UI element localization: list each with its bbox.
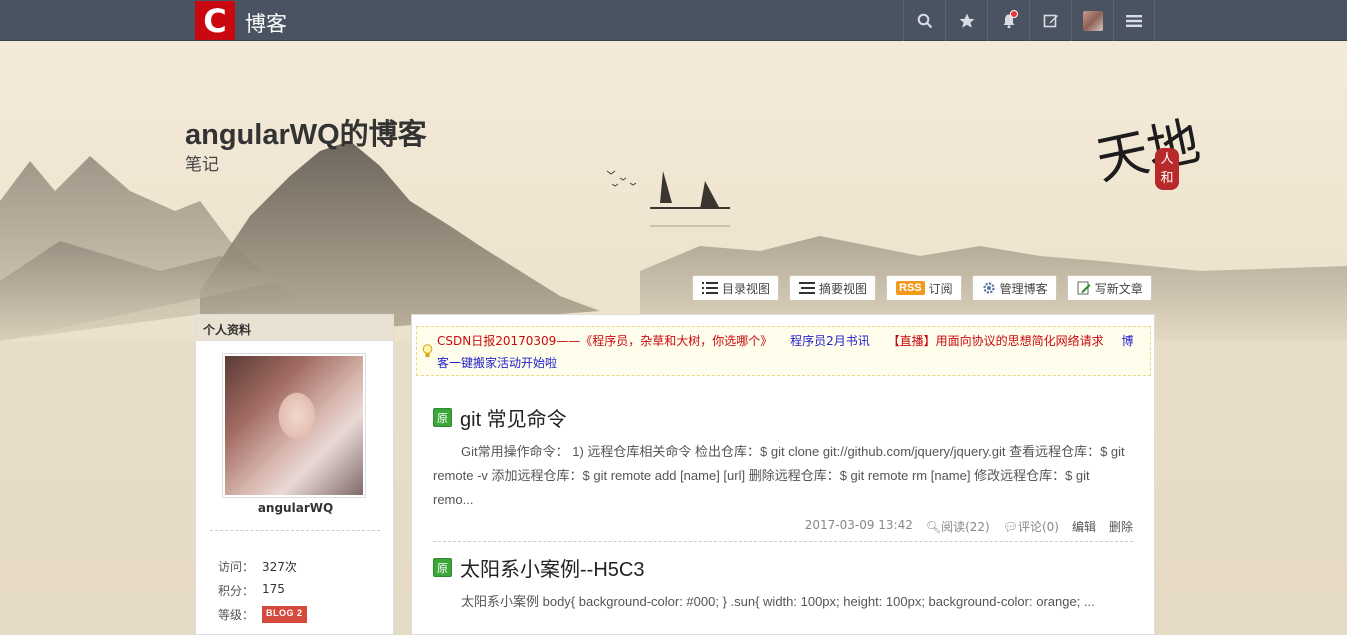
write-icon: [1077, 281, 1091, 295]
subscribe-label: 订阅: [928, 281, 953, 296]
notification-dot: [1010, 10, 1018, 18]
comment-count-label: 评论(0): [1017, 520, 1059, 534]
profile-username[interactable]: angularWQ: [196, 501, 395, 515]
star-icon[interactable]: [945, 0, 987, 41]
top-nav-bar: C 博客: [0, 0, 1347, 41]
original-badge: 原: [433, 558, 452, 577]
summary-list-icon: [799, 282, 816, 294]
blog-title[interactable]: angularWQ的博客: [185, 111, 427, 153]
avatar[interactable]: [1071, 0, 1113, 41]
list-icon: [702, 282, 718, 294]
article-item: 原 太阳系小案例--H5C3 太阳系小案例 body{ background-c…: [433, 553, 1133, 614]
edit-icon[interactable]: [1029, 0, 1071, 41]
manage-blog-label: 管理博客: [999, 281, 1048, 296]
article-title-row: 原 git 常见命令: [433, 403, 1133, 432]
stat-label: 等级：: [218, 608, 255, 622]
article-summary: 太阳系小案例 body{ background-color: #000; } .…: [461, 594, 1095, 609]
write-article-button[interactable]: 写新文章: [1066, 275, 1152, 301]
stat-label: 访问：: [218, 560, 255, 574]
article-title[interactable]: 太阳系小案例--H5C3: [460, 553, 644, 582]
notice-banner: CSDN日报20170309——《程序员，杂草和大树，你选哪个》 程序员2月书讯…: [416, 326, 1151, 376]
edit-link[interactable]: 编辑: [1072, 518, 1096, 535]
seal-stamp: 人和: [1155, 148, 1179, 190]
brand-label[interactable]: 博客: [245, 8, 287, 38]
stat-value: 175: [262, 582, 285, 596]
profile-heading: 个人资料: [196, 315, 393, 341]
delete-link[interactable]: 删除: [1109, 518, 1133, 535]
article-date: 2017-03-09 13:42: [804, 518, 913, 532]
profile-photo: [225, 356, 363, 495]
notice-link[interactable]: 程序员2月书讯: [790, 334, 870, 348]
article-item: 原 git 常见命令 Git常用操作命令： 1) 远程仓库相关命令 检出仓库：$…: [433, 403, 1133, 542]
gear-icon: [983, 282, 995, 294]
rss-subscribe-button[interactable]: RSS 订阅: [886, 275, 962, 301]
comment-count[interactable]: 💬︎评论(0): [1003, 518, 1059, 535]
article-summary: Git常用操作命令： 1) 远程仓库相关命令 检出仓库：$ git clone …: [433, 444, 1125, 507]
stat-points: 积分： 175: [218, 582, 285, 599]
write-article-label: 写新文章: [1094, 281, 1143, 296]
article-meta: 2017-03-09 13:42 🔍︎阅读(22) 💬︎评论(0) 编辑 删除: [433, 518, 1133, 542]
summary-view-label: 摘要视图: [819, 281, 868, 296]
magnifier-icon: 🔍︎: [925, 520, 942, 534]
level-badge: BLOG 2: [262, 606, 307, 623]
read-count[interactable]: 🔍︎阅读(22): [926, 518, 990, 535]
directory-view-button[interactable]: 目录视图: [692, 275, 780, 301]
article-title[interactable]: git 常见命令: [460, 403, 567, 432]
search-icon[interactable]: [903, 0, 945, 41]
profile-avatar[interactable]: [222, 353, 366, 498]
csdn-logo[interactable]: C: [195, 1, 235, 40]
notice-link[interactable]: 【直播】用面向协议的思想简化网络请求: [888, 334, 1104, 348]
read-count-label: 阅读(22): [941, 520, 990, 534]
stat-level: 等级： BLOG 2: [218, 606, 307, 623]
article-list-panel: CSDN日报20170309——《程序员，杂草和大树，你选哪个》 程序员2月书讯…: [411, 314, 1155, 635]
profile-divider: [210, 530, 380, 531]
comment-icon: 💬︎: [1002, 520, 1018, 534]
profile-sidebar: 个人资料 angularWQ 访问： 327次 积分： 175 等级： BLOG…: [195, 314, 394, 635]
menu-icon[interactable]: [1113, 0, 1155, 41]
blog-subtitle: 笔记: [185, 155, 219, 175]
blog-toolbar: 目录视图 摘要视图 RSS 订阅 管理博客 写新文章: [692, 275, 1152, 301]
lightbulb-icon: [422, 344, 433, 357]
stat-value: 327次: [262, 560, 297, 574]
notice-link[interactable]: CSDN日报20170309——《程序员，杂草和大树，你选哪个》: [437, 334, 772, 348]
manage-blog-button[interactable]: 管理博客: [971, 275, 1057, 301]
user-avatar-thumb: [1082, 10, 1103, 31]
nav-icon-group: [903, 0, 1155, 41]
article-title-row: 原 太阳系小案例--H5C3: [433, 553, 1133, 582]
rss-icon: RSS: [896, 281, 925, 295]
bell-icon[interactable]: [987, 0, 1029, 41]
stat-visits: 访问： 327次: [218, 558, 297, 575]
logo-letter: C: [203, 1, 227, 40]
stat-label: 积分：: [218, 584, 255, 598]
directory-view-label: 目录视图: [722, 281, 771, 296]
original-badge: 原: [433, 408, 452, 427]
summary-view-button[interactable]: 摘要视图: [789, 275, 877, 301]
